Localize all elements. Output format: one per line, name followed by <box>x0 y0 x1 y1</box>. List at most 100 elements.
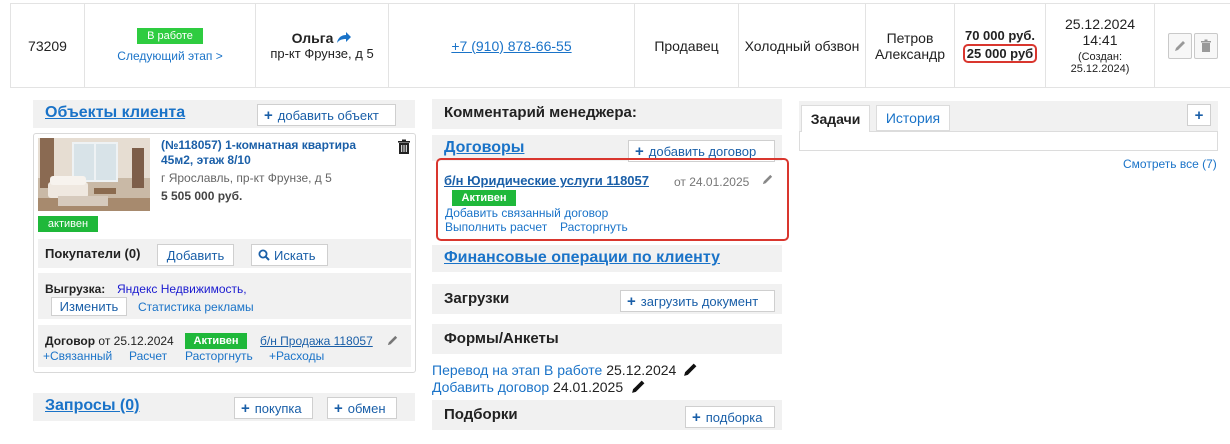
tab-history[interactable]: История <box>876 105 950 131</box>
object-price: 5 505 000 руб. <box>161 189 243 203</box>
export-target[interactable]: Яндекс Недвижимость, <box>117 282 247 296</box>
do-calc-link[interactable]: Выполнить расчет <box>445 220 547 234</box>
deal-row: 73209 В работе Следующий этап > Ольга пр… <box>10 3 1230 88</box>
object-calc-link[interactable]: Расчет <box>129 349 167 363</box>
created-date: 25.12.2024) <box>1070 63 1130 75</box>
form-row-2: Добавить договор 24.01.2025 <box>432 379 623 395</box>
objects-title[interactable]: Объекты клиента <box>45 104 185 122</box>
form2-date: 24.01.2025 <box>553 379 624 395</box>
deal-id: 73209 <box>28 37 67 54</box>
client-name[interactable]: Ольга <box>292 30 334 46</box>
next-stage-link[interactable]: Следующий этап > <box>117 49 222 63</box>
add-exchange-label: обмен <box>347 400 386 416</box>
change-export-button[interactable]: Изменить <box>51 297 127 316</box>
pencil-icon <box>1174 40 1185 51</box>
plus-icon: + <box>692 408 701 426</box>
object-title-line1[interactable]: (№118057) 1-комнатная квартира <box>161 138 356 152</box>
status-cell: В работе Следующий этап > <box>85 4 256 87</box>
add-exchange-request-button[interactable]: + обмен <box>327 397 397 419</box>
form1-date: 25.12.2024 <box>606 362 677 378</box>
price-cell: 70 000 руб. 25 000 руб <box>955 4 1046 87</box>
manager-first: Петров <box>886 29 934 46</box>
upload-document-button[interactable]: + загрузить документ <box>620 290 775 312</box>
object-contract-label: Договор <box>45 334 96 348</box>
price-main: 70 000 руб. <box>964 28 1035 43</box>
object-contract-date: от 25.12.2024 <box>98 334 174 348</box>
see-all-tasks-link[interactable]: Смотреть все (7) <box>1123 157 1217 171</box>
add-object-label: добавить объект <box>277 107 379 123</box>
add-buyer-label: Добавить <box>166 247 225 263</box>
object-contract-link[interactable]: б/н Продажа 118057 <box>260 334 373 348</box>
buyers-label: Покупатели (0) <box>45 246 141 261</box>
pencil-icon[interactable] <box>386 334 399 347</box>
manager-last: Александр <box>874 45 946 62</box>
comment-title: Комментарий менеджера: <box>444 104 637 121</box>
deal-id-cell: 73209 <box>10 4 85 87</box>
uploads-title: Загрузки <box>444 290 510 307</box>
trash-icon[interactable] <box>397 139 411 155</box>
pencil-icon[interactable] <box>761 173 774 186</box>
plus-icon: + <box>264 106 273 124</box>
ads-stats-link[interactable]: Статистика рекламы <box>138 300 254 314</box>
plus-icon: + <box>241 399 250 417</box>
finance-title[interactable]: Финансовые операции по клиенту <box>444 249 720 267</box>
deal-time: 14:41 <box>1082 32 1118 48</box>
requests-title[interactable]: Запросы (0) <box>45 397 139 415</box>
legal-contract-link[interactable]: б/н Юридические услуги 118057 <box>444 173 649 188</box>
phone-cell: +7 (910) 878-66-55 <box>389 4 635 87</box>
plus-icon: + <box>1194 106 1204 124</box>
deal-date: 25.12.2024 <box>1064 16 1136 32</box>
terminate-contract-link[interactable]: Расторгнуть <box>560 220 628 234</box>
legal-contract-status: Активен <box>452 190 516 206</box>
add-buy-label: покупка <box>254 400 302 416</box>
search-icon <box>258 249 270 261</box>
phone-link[interactable]: +7 (910) 878-66-55 <box>451 38 571 54</box>
tasks-content <box>799 131 1218 151</box>
share-arrow-icon[interactable] <box>336 31 352 45</box>
created-label: (Создан: <box>1077 51 1123 63</box>
change-export-label: Изменить <box>59 299 119 314</box>
add-contract-label: добавить договор <box>648 143 757 159</box>
object-title-line2[interactable]: 45м2, этаж 8/10 <box>161 153 251 167</box>
date-cell: 25.12.2024 14:41 (Создан: 25.12.2024) <box>1046 4 1155 87</box>
search-buyer-button[interactable]: Искать <box>251 244 328 266</box>
related-contract-link[interactable]: +Связанный <box>43 349 112 363</box>
trash-icon <box>1200 39 1211 52</box>
form1-link[interactable]: Перевод на этап В работе <box>432 362 602 378</box>
pencil-icon[interactable] <box>631 379 646 394</box>
pencil-icon[interactable] <box>683 362 698 377</box>
client-role: Продавец <box>654 37 719 54</box>
object-address: г Ярославль, пр-кт Фрунзе, д 5 <box>161 171 332 185</box>
add-related-contract-link[interactable]: Добавить связанный договор <box>445 206 608 220</box>
client-address: пр-кт Фрунзе, д 5 <box>270 46 374 61</box>
source-cell: Холодный обзвон <box>739 4 866 87</box>
apartment-photo[interactable] <box>38 138 150 211</box>
deal-source: Холодный обзвон <box>744 37 860 54</box>
add-task-button[interactable]: + <box>1187 104 1211 126</box>
price-second: 25 000 руб <box>962 44 1038 63</box>
upload-document-label: загрузить документ <box>640 293 759 309</box>
forms-title: Формы/Анкеты <box>444 330 559 347</box>
object-contract-info: Договор от 25.12.2024 <box>45 334 174 348</box>
add-buyer-button[interactable]: Добавить <box>157 244 234 266</box>
legal-contract-date: от 24.01.2025 <box>674 175 750 189</box>
form2-link[interactable]: Добавить договор <box>432 379 549 395</box>
add-selection-label: подборка <box>705 409 763 425</box>
actions-cell <box>1155 4 1230 87</box>
contracts-title[interactable]: Договоры <box>444 139 524 157</box>
status-badge: В работе <box>137 28 203 44</box>
object-status-badge: активен <box>38 216 98 232</box>
add-object-button[interactable]: + добавить объект <box>257 104 396 126</box>
edit-button[interactable] <box>1167 32 1192 59</box>
tab-tasks[interactable]: Задачи <box>801 105 870 132</box>
object-expenses-link[interactable]: +Расходы <box>269 349 324 363</box>
manager-cell: Петров Александр <box>866 4 955 87</box>
add-selection-button[interactable]: + подборка <box>685 406 775 428</box>
plus-icon: + <box>635 142 644 160</box>
add-buy-request-button[interactable]: + покупка <box>234 397 313 419</box>
search-buyer-label: Искать <box>274 247 316 263</box>
form-row-1: Перевод на этап В работе 25.12.2024 <box>432 362 676 378</box>
object-terminate-link[interactable]: Расторгнуть <box>185 349 253 363</box>
export-label: Выгрузка: <box>45 282 106 296</box>
delete-button[interactable] <box>1193 32 1218 59</box>
